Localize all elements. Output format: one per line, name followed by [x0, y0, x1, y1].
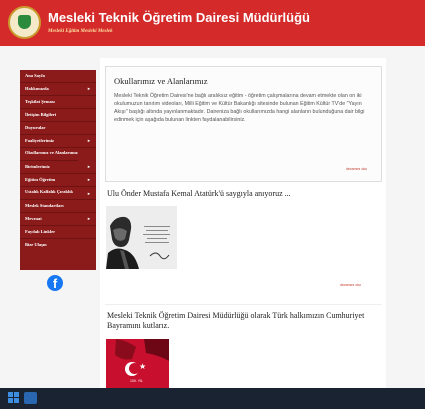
- chevron-right-icon: ►: [87, 216, 91, 221]
- schools-info-box: Okullarımız ve Alanlarımız Mesleki Tekni…: [105, 66, 382, 182]
- site-title[interactable]: Mesleki Teknik Öğretim Dairesi Müdürlüğü: [48, 10, 310, 25]
- windows-icon[interactable]: [8, 392, 20, 404]
- sidebar-item-label: Mevzuat: [25, 216, 42, 221]
- sidebar-item-label: Ustalık Kalfalık Çıraklık: [25, 189, 74, 194]
- chevron-right-icon: ►: [87, 191, 91, 196]
- sidebar-item-label: Faaliyetlerimiz: [25, 138, 54, 143]
- sidebar-item-label: Ana Sayfa: [25, 73, 45, 78]
- post-divider: [105, 304, 382, 305]
- sidebar-item-legislation[interactable]: Mevzuat ►: [20, 213, 96, 226]
- sidebar-item-label: Meslek Standartları: [25, 203, 64, 208]
- sidebar-item-label: Duyurular: [25, 125, 46, 130]
- emblem-shield: [18, 15, 31, 29]
- sidebar-item-organization[interactable]: Teşkilat Şeması: [20, 96, 96, 109]
- box-title: Okullarımız ve Alanlarımız: [114, 76, 208, 86]
- sidebar-item-label: Teşkilat Şeması: [25, 99, 55, 104]
- sidebar-item-units[interactable]: Birimlerimiz ►: [20, 161, 96, 174]
- sidebar-item-apprenticeship[interactable]: Ustalık Kalfalık Çıraklık ►: [20, 187, 96, 200]
- read-more-link[interactable]: devamını oku: [340, 283, 361, 287]
- star-icon: ★: [139, 362, 147, 371]
- sidebar-item-label: Bize Ulaşın: [25, 242, 47, 247]
- post-title-ataturk[interactable]: Ulu Önder Mustafa Kemal Atatürk'ü saygıy…: [107, 189, 291, 198]
- post-title-republic-day[interactable]: Mesleki Teknik Öğretim Dairesi Müdürlüğü…: [107, 311, 377, 331]
- sidebar-item-home[interactable]: Ana Sayfa: [20, 70, 96, 83]
- sidebar-item-links[interactable]: Faydalı Linkler: [20, 226, 96, 239]
- main-content: Okullarımız ve Alanlarımız Mesleki Tekni…: [100, 58, 386, 388]
- taskbar: [0, 388, 425, 409]
- site-subtitle: Mesleki Eğitim Mesleki Meslek: [48, 29, 113, 34]
- read-more-link[interactable]: devamını oku: [346, 167, 367, 171]
- sidebar-item-education[interactable]: Eğitim Öğretim ►: [20, 174, 96, 187]
- sidebar-item-about[interactable]: Hakkımızda ►: [20, 83, 96, 96]
- sidebar-item-reach-us[interactable]: Bize Ulaşın: [20, 239, 96, 252]
- chevron-right-icon: ►: [87, 164, 91, 169]
- sidebar-item-announcements[interactable]: Duyurular: [20, 122, 96, 135]
- sidebar-item-label: İletişim Bilgileri: [25, 112, 57, 117]
- sidebar-item-standards[interactable]: Meslek Standartları: [20, 200, 96, 213]
- ataturk-portrait: [106, 206, 177, 269]
- sidebar-item-label: Hakkımızda: [25, 86, 49, 91]
- site-header: Mesleki Teknik Öğretim Dairesi Müdürlüğü…: [0, 0, 425, 46]
- republic-day-image[interactable]: ★ 100. YIL: [106, 339, 169, 388]
- sidebar-menu: Ana Sayfa Hakkımızda ► Teşkilat Şeması İl…: [20, 70, 96, 270]
- sidebar-item-activities[interactable]: Faaliyetlerimiz ►: [20, 135, 96, 148]
- sidebar-item-schools[interactable]: Okullarımız ve Alanlarımız: [20, 148, 78, 161]
- facebook-icon[interactable]: f: [47, 275, 63, 291]
- ataturk-image[interactable]: [106, 206, 177, 269]
- sidebar-item-label: Birimlerimiz: [25, 164, 50, 169]
- chevron-right-icon: ►: [87, 177, 91, 182]
- chevron-right-icon: ►: [87, 138, 91, 143]
- sidebar-item-label: Okullarımız ve Alanlarımız: [25, 150, 78, 155]
- sidebar-item-label: Faydalı Linkler: [25, 229, 56, 234]
- sidebar-item-label: Eğitim Öğretim: [25, 177, 56, 182]
- chevron-right-icon: ►: [87, 86, 91, 91]
- box-text: Mesleki Teknik Öğretim Dairesi'ne bağlı …: [114, 93, 365, 123]
- sidebar-item-contact-info[interactable]: İletişim Bilgileri: [20, 109, 96, 122]
- image-caption: 100. YIL: [130, 379, 143, 383]
- app-icon[interactable]: [24, 392, 37, 404]
- emblem-logo[interactable]: [8, 6, 41, 39]
